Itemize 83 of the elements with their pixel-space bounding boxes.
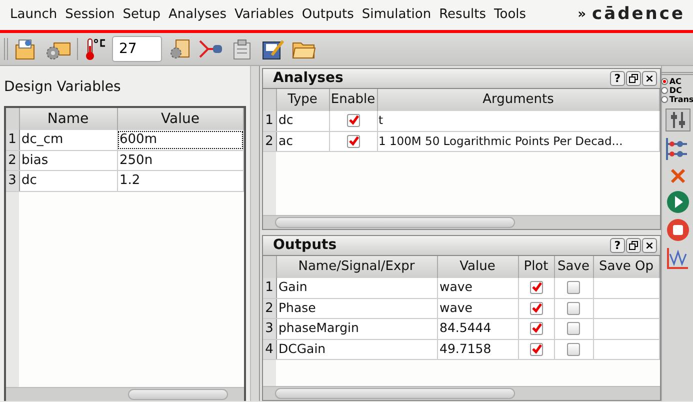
radio-button[interactable]: DC <box>661 86 682 95</box>
thermometer-icon <box>83 37 107 61</box>
edit-icon[interactable] <box>260 37 286 61</box>
menu-item[interactable]: Variables <box>230 0 298 30</box>
table-cell: dc_cm <box>19 130 117 150</box>
row-number: 2 <box>263 298 276 318</box>
horizontal-scrollbar[interactable] <box>263 386 660 400</box>
radio-button[interactable]: AC <box>661 77 682 86</box>
dock-title: Analyses <box>273 69 344 88</box>
column-header[interactable]: Arguments <box>377 89 660 111</box>
row-number: 2 <box>6 150 19 170</box>
table-cell: 250n <box>117 150 244 170</box>
table-cell: ac <box>276 131 329 152</box>
row-number: 2 <box>263 131 276 152</box>
menu-item[interactable]: Results <box>435 0 490 30</box>
brand-logo: cādence <box>592 3 685 26</box>
help-button[interactable]: ? <box>610 71 625 86</box>
table-cell: 49.7158 <box>437 339 518 360</box>
table-cell: wave <box>437 278 518 298</box>
checkbox[interactable] <box>567 281 580 294</box>
table-cell: wave <box>437 298 518 318</box>
column-header[interactable]: Name/Signal/Expr <box>276 256 437 278</box>
table-cell: Phase <box>276 298 437 318</box>
waveform-icon[interactable] <box>666 246 690 270</box>
help-button[interactable]: ? <box>610 238 625 253</box>
splitter-handle[interactable] <box>250 66 260 401</box>
table-cell: t <box>377 111 660 131</box>
column-header[interactable]: Enable <box>329 89 377 111</box>
row-number: 3 <box>6 170 19 191</box>
table-cell: 1 100M 50 Logarithmic Points Per Decad... <box>377 131 660 152</box>
stop-icon[interactable] <box>666 218 690 242</box>
table-cell: 84.5444 <box>437 318 518 339</box>
menu-item[interactable]: Tools <box>490 0 530 30</box>
checkbox[interactable] <box>530 302 542 315</box>
panel-title: Design Variables <box>4 78 122 97</box>
table-cell: 600m <box>117 130 244 150</box>
table-cell: Gain <box>276 278 437 298</box>
row-header-strip <box>263 360 276 386</box>
menu-item[interactable]: Setup <box>118 0 165 30</box>
table-cell: phaseMargin <box>276 318 437 339</box>
row-header-strip <box>263 152 276 215</box>
checkbox[interactable] <box>346 134 360 148</box>
horizontal-scrollbar[interactable] <box>263 215 660 229</box>
row-number: 4 <box>263 339 276 360</box>
column-header[interactable]: Type <box>276 89 329 111</box>
column-header[interactable]: Name <box>19 108 117 130</box>
chevron-icon[interactable]: » <box>578 5 586 25</box>
column-header[interactable]: Plot <box>518 256 554 278</box>
row-number: 1 <box>263 278 276 298</box>
column-header[interactable]: Value <box>437 256 518 278</box>
checkbox[interactable] <box>567 322 580 336</box>
checkbox[interactable] <box>530 342 542 356</box>
menu-item[interactable]: Session <box>61 0 119 30</box>
horizontal-scrollbar[interactable] <box>6 387 244 401</box>
checkbox[interactable] <box>346 114 360 128</box>
checkbox[interactable] <box>530 322 542 336</box>
column-header[interactable]: Value <box>117 108 244 130</box>
radio-button[interactable]: Trans <box>661 95 693 104</box>
temperature-field[interactable]: 27 <box>112 36 162 62</box>
checkbox[interactable] <box>567 342 580 356</box>
checkbox[interactable] <box>567 302 580 315</box>
table-cell: bias <box>19 150 117 170</box>
float-button[interactable] <box>626 71 641 86</box>
run-icon[interactable] <box>666 190 690 214</box>
table-cell: dc <box>19 170 117 191</box>
table-cell: DCGain <box>276 339 437 360</box>
dock-title: Outputs <box>273 236 337 255</box>
checkbox[interactable] <box>530 281 542 294</box>
table-cell: 1.2 <box>117 170 244 191</box>
column-header[interactable]: Save Op <box>593 256 660 278</box>
row-number: 3 <box>263 318 276 339</box>
float-button[interactable] <box>626 238 641 253</box>
row-number: 1 <box>6 130 19 150</box>
column-header[interactable]: Save <box>554 256 593 278</box>
menu-item[interactable]: Launch <box>6 0 62 30</box>
table-cell: dc <box>276 111 329 131</box>
menu-item[interactable]: Outputs <box>298 0 358 30</box>
sliders-icon[interactable] <box>664 108 690 132</box>
close-button[interactable]: × <box>642 71 657 86</box>
row-number: 1 <box>263 111 276 131</box>
close-button[interactable]: × <box>642 238 657 253</box>
menu-item[interactable]: Analyses <box>164 0 230 30</box>
menu-item[interactable]: Simulation <box>358 0 436 30</box>
